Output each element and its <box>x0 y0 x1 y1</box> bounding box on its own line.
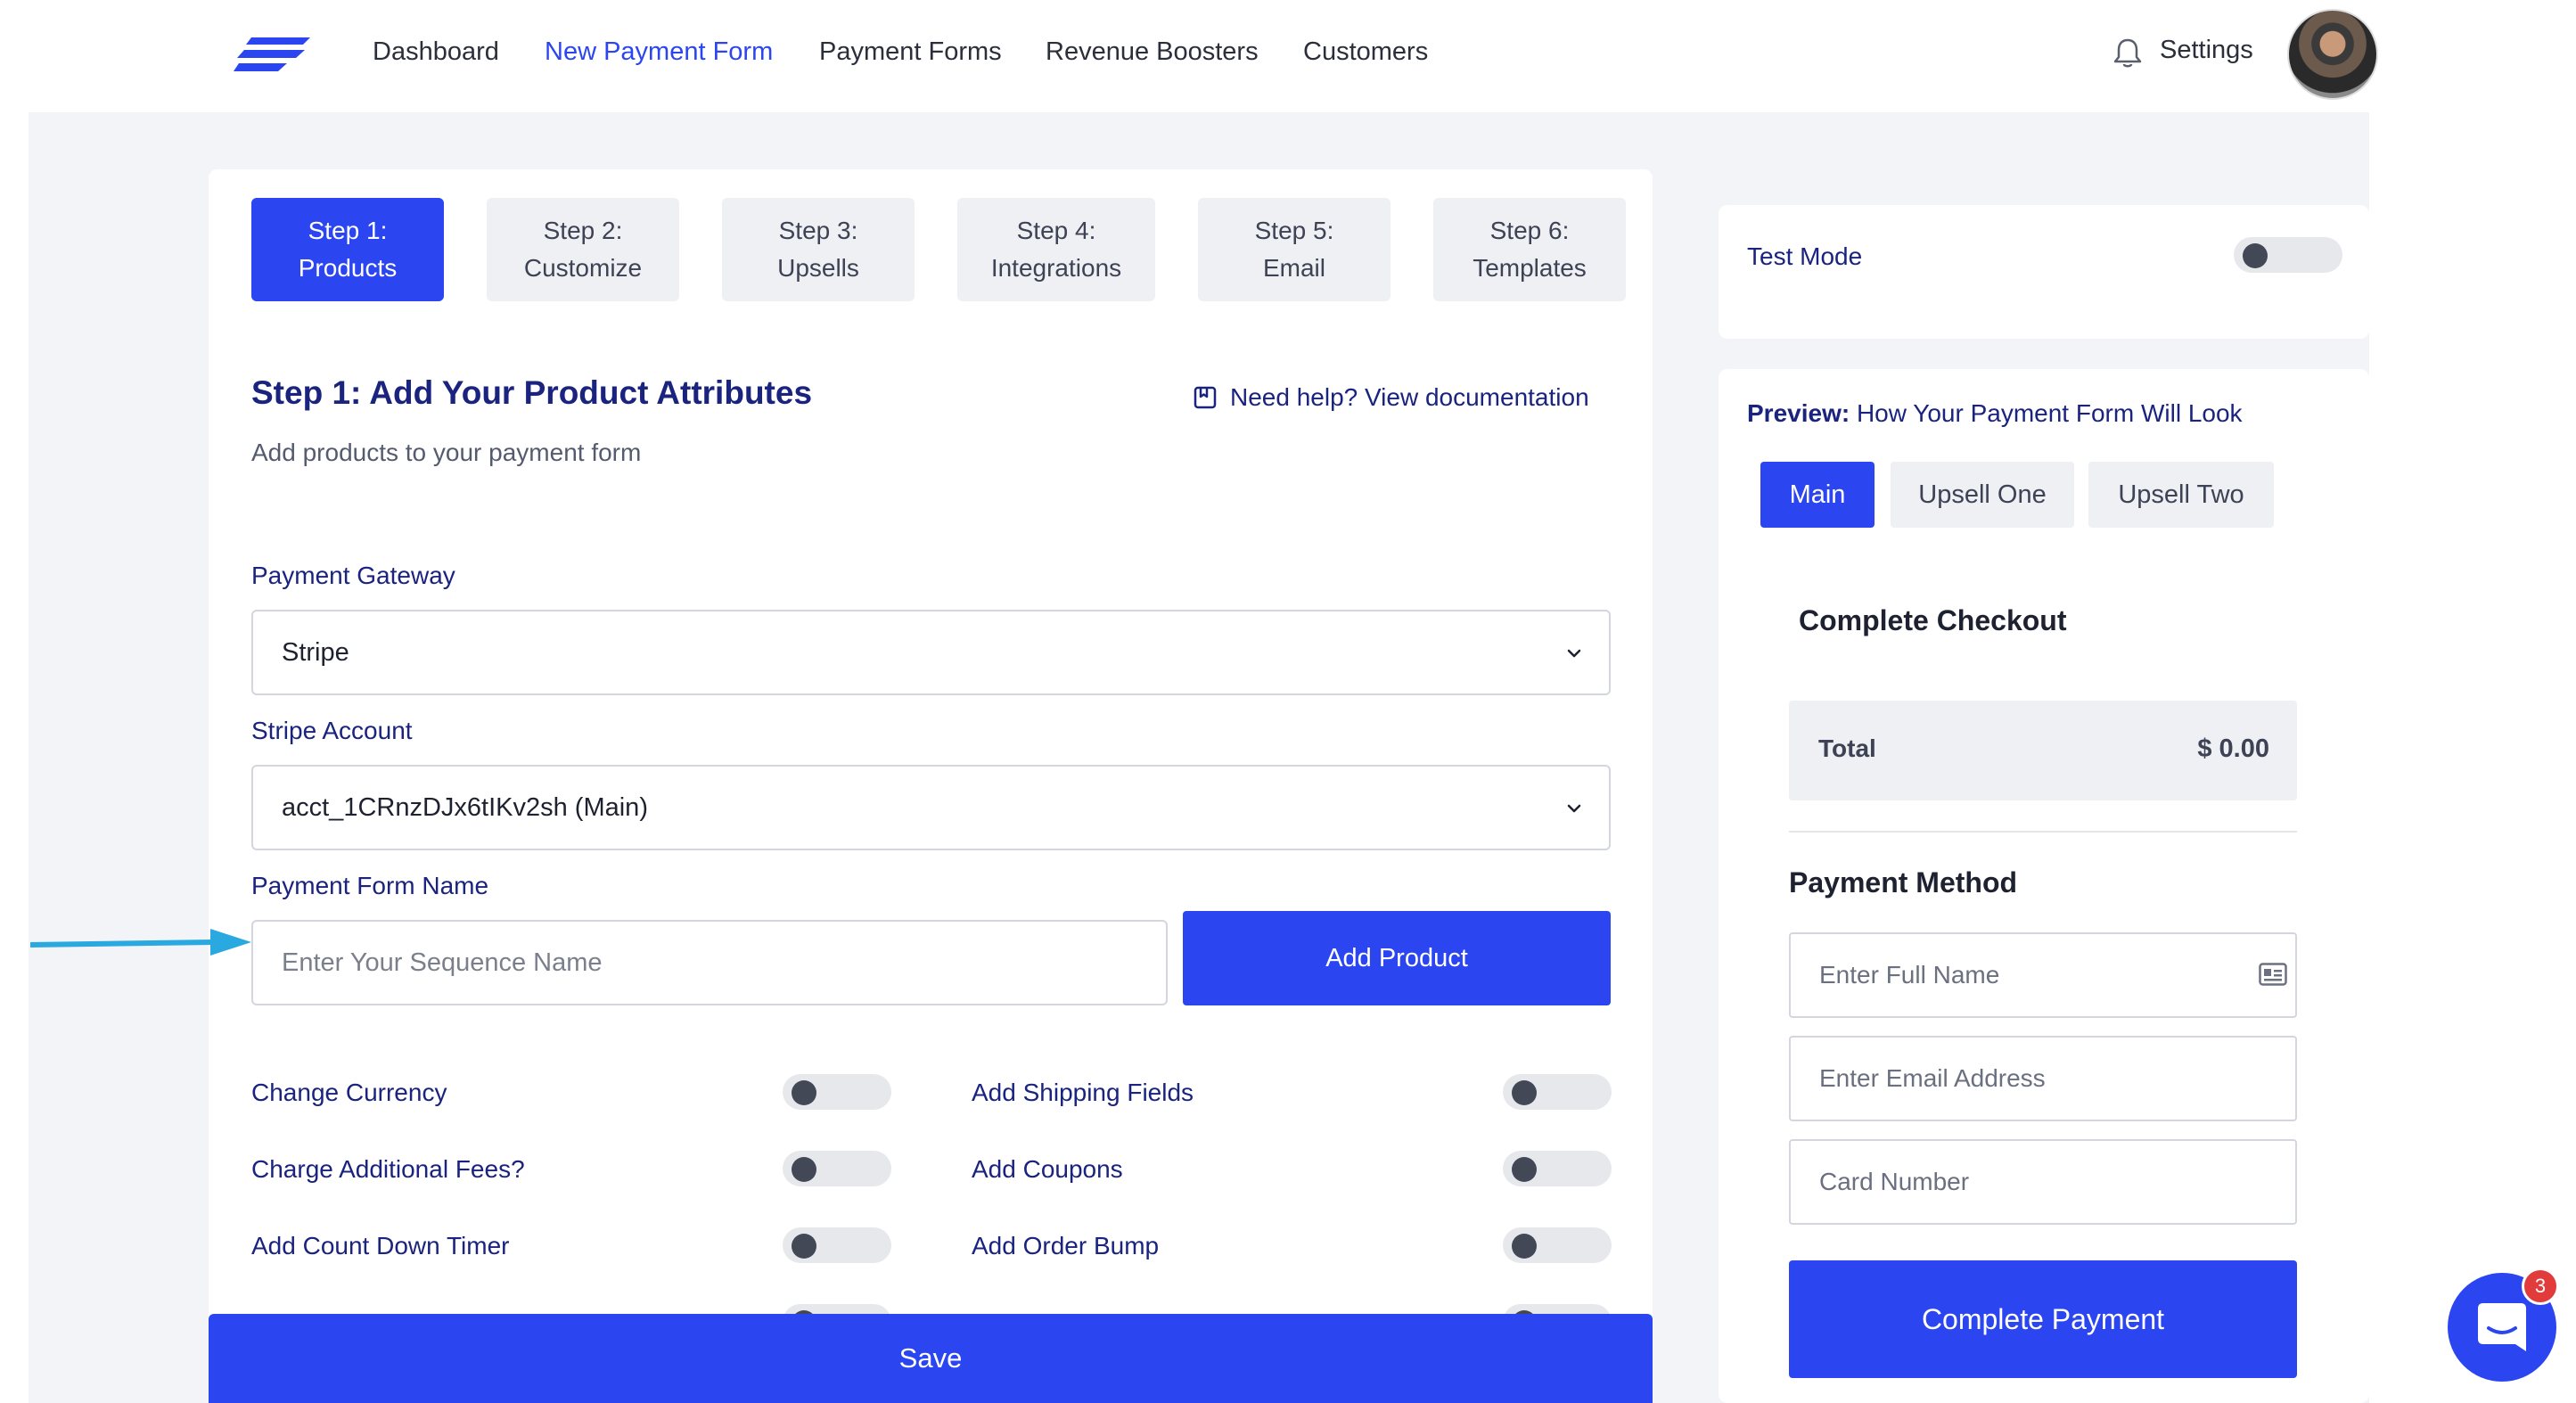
step-3-number: Step 3: <box>778 217 858 244</box>
card-number-input[interactable] <box>1789 1139 2297 1225</box>
email-input[interactable] <box>1789 1036 2297 1121</box>
toggle-knob <box>792 1080 816 1105</box>
complete-payment-button[interactable]: Complete Payment <box>1789 1260 2297 1378</box>
chat-notification-badge: 3 <box>2522 1268 2559 1305</box>
payment-gateway-value: Stripe <box>282 637 349 667</box>
test-mode-label: Test Mode <box>1747 242 1863 270</box>
toggle-knob <box>1512 1157 1537 1182</box>
preview-heading-bold: Preview: <box>1747 399 1850 427</box>
toggle-knob <box>2243 243 2268 268</box>
chat-icon <box>2478 1303 2526 1351</box>
payment-form-name-input[interactable] <box>251 920 1168 1005</box>
tab-step-6-templates[interactable]: Step 6: Templates <box>1433 198 1626 301</box>
charge-fees-toggle[interactable] <box>783 1151 891 1186</box>
option-countdown-timer-label: Add Count Down Timer <box>251 1232 510 1259</box>
add-product-button[interactable]: Add Product <box>1183 911 1611 1005</box>
preview-tab-main[interactable]: Main <box>1760 462 1875 528</box>
brand-logo-icon[interactable] <box>234 34 310 75</box>
user-avatar[interactable] <box>2287 9 2378 100</box>
stripe-account-value: acct_1CRnzDJx6tIKv2sh (Main) <box>282 792 648 822</box>
step-5-number: Step 5: <box>1254 217 1334 244</box>
step-4-name: Integrations <box>990 254 1122 282</box>
save-button[interactable]: Save <box>209 1314 1653 1403</box>
payment-gateway-label: Payment Gateway <box>251 562 455 589</box>
page-title: Step 1: Add Your Product Attributes <box>251 374 813 411</box>
toggle-knob <box>792 1157 816 1182</box>
full-name-input[interactable] <box>1789 932 2297 1018</box>
section-divider <box>1789 831 2297 833</box>
step-6-number: Step 6: <box>1489 217 1570 244</box>
page-right-margin <box>2369 112 2576 1403</box>
pointer-arrow-icon <box>30 929 251 956</box>
stripe-account-label: Stripe Account <box>251 717 413 744</box>
preview-heading-text: How Your Payment Form Will Look <box>1850 399 2243 427</box>
payment-method-title: Payment Method <box>1789 866 2018 898</box>
payment-gateway-select[interactable]: Stripe <box>251 610 1611 695</box>
preview-tab-upsell-two[interactable]: Upsell Two <box>2088 462 2274 528</box>
tab-step-2-customize[interactable]: Step 2: Customize <box>487 198 679 301</box>
step-1-name: Products <box>298 254 398 282</box>
preview-tab-upsell-one[interactable]: Upsell One <box>1891 462 2074 528</box>
test-mode-toggle[interactable] <box>2234 237 2342 273</box>
tab-step-1-products[interactable]: Step 1: Products <box>251 198 444 301</box>
top-navigation: Dashboard New Payment Form Payment Forms… <box>0 0 2576 112</box>
settings-link[interactable]: Settings <box>2160 36 2253 65</box>
option-charge-fees-label: Charge Additional Fees? <box>251 1155 525 1183</box>
toggle-knob <box>1512 1234 1537 1259</box>
nav-dashboard[interactable]: Dashboard <box>373 37 499 67</box>
countdown-timer-toggle[interactable] <box>783 1227 891 1263</box>
bell-icon[interactable] <box>2112 37 2143 70</box>
change-currency-toggle[interactable] <box>783 1074 891 1110</box>
tab-step-5-email[interactable]: Step 5: Email <box>1198 198 1391 301</box>
documentation-link[interactable]: Need help? View documentation <box>1193 383 1589 412</box>
nav-customers[interactable]: Customers <box>1303 37 1428 67</box>
stripe-account-select[interactable]: acct_1CRnzDJx6tIKv2sh (Main) <box>251 765 1611 850</box>
tab-step-3-upsells[interactable]: Step 3: Upsells <box>722 198 915 301</box>
option-change-currency-label: Change Currency <box>251 1079 447 1106</box>
chevron-down-icon <box>1567 804 1581 813</box>
nav-new-payment-form[interactable]: New Payment Form <box>545 37 773 67</box>
contact-card-icon <box>2259 963 2287 986</box>
nav-revenue-boosters[interactable]: Revenue Boosters <box>1046 37 1259 67</box>
option-order-bump-label: Add Order Bump <box>972 1232 1160 1259</box>
tab-step-4-integrations[interactable]: Step 4: Integrations <box>957 198 1155 301</box>
preview-heading: Preview: How Your Payment Form Will Look <box>1747 399 2243 428</box>
add-shipping-fields-toggle[interactable] <box>1503 1074 1612 1110</box>
step-2-number: Step 2: <box>543 217 623 244</box>
toggle-knob <box>792 1234 816 1259</box>
order-bump-toggle[interactable] <box>1503 1227 1612 1263</box>
nav-payment-forms[interactable]: Payment Forms <box>819 37 1002 67</box>
step-6-name: Templates <box>1473 254 1587 282</box>
total-value: $ 0.00 <box>2197 734 2269 763</box>
option-add-shipping-fields-label: Add Shipping Fields <box>972 1079 1194 1106</box>
chevron-down-icon <box>1567 649 1581 658</box>
option-add-coupons-label: Add Coupons <box>972 1155 1123 1183</box>
step-3-name: Upsells <box>777 254 859 282</box>
add-coupons-toggle[interactable] <box>1503 1151 1612 1186</box>
step-4-number: Step 4: <box>1016 217 1096 244</box>
toggle-knob <box>1512 1080 1537 1105</box>
checkout-title: Complete Checkout <box>1799 604 2067 636</box>
page-subtitle: Add products to your payment form <box>251 439 642 466</box>
payment-form-name-label: Payment Form Name <box>251 872 489 899</box>
step-1-number: Step 1: <box>308 217 388 244</box>
documentation-link-label: Need help? View documentation <box>1230 383 1589 411</box>
step-5-name: Email <box>1262 254 1325 282</box>
step-2-name: Customize <box>523 254 643 282</box>
book-icon <box>1194 386 1217 409</box>
total-label: Total <box>1818 734 1876 762</box>
